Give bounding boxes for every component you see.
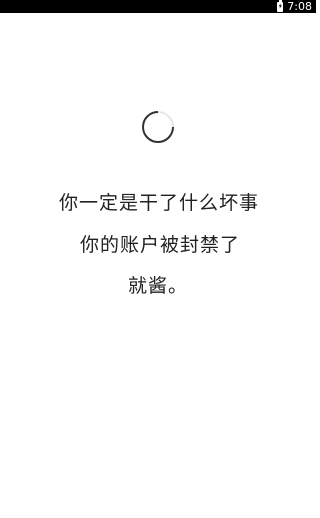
- screen: 7:08 你一定是干了什么坏事 你的账户被封禁了 就酱。: [0, 0, 316, 518]
- ban-message-line-3: 就酱。: [128, 275, 189, 297]
- loading-spinner-icon: [142, 111, 174, 143]
- battery-charging-icon: [277, 0, 284, 12]
- status-bar: 7:08: [0, 0, 316, 13]
- ban-message-line-2: 你的账户被封禁了: [80, 234, 241, 256]
- status-bar-right: 7:08: [277, 0, 312, 13]
- status-clock: 7:08: [287, 0, 312, 13]
- ban-message-line-1: 你一定是干了什么坏事: [59, 192, 260, 214]
